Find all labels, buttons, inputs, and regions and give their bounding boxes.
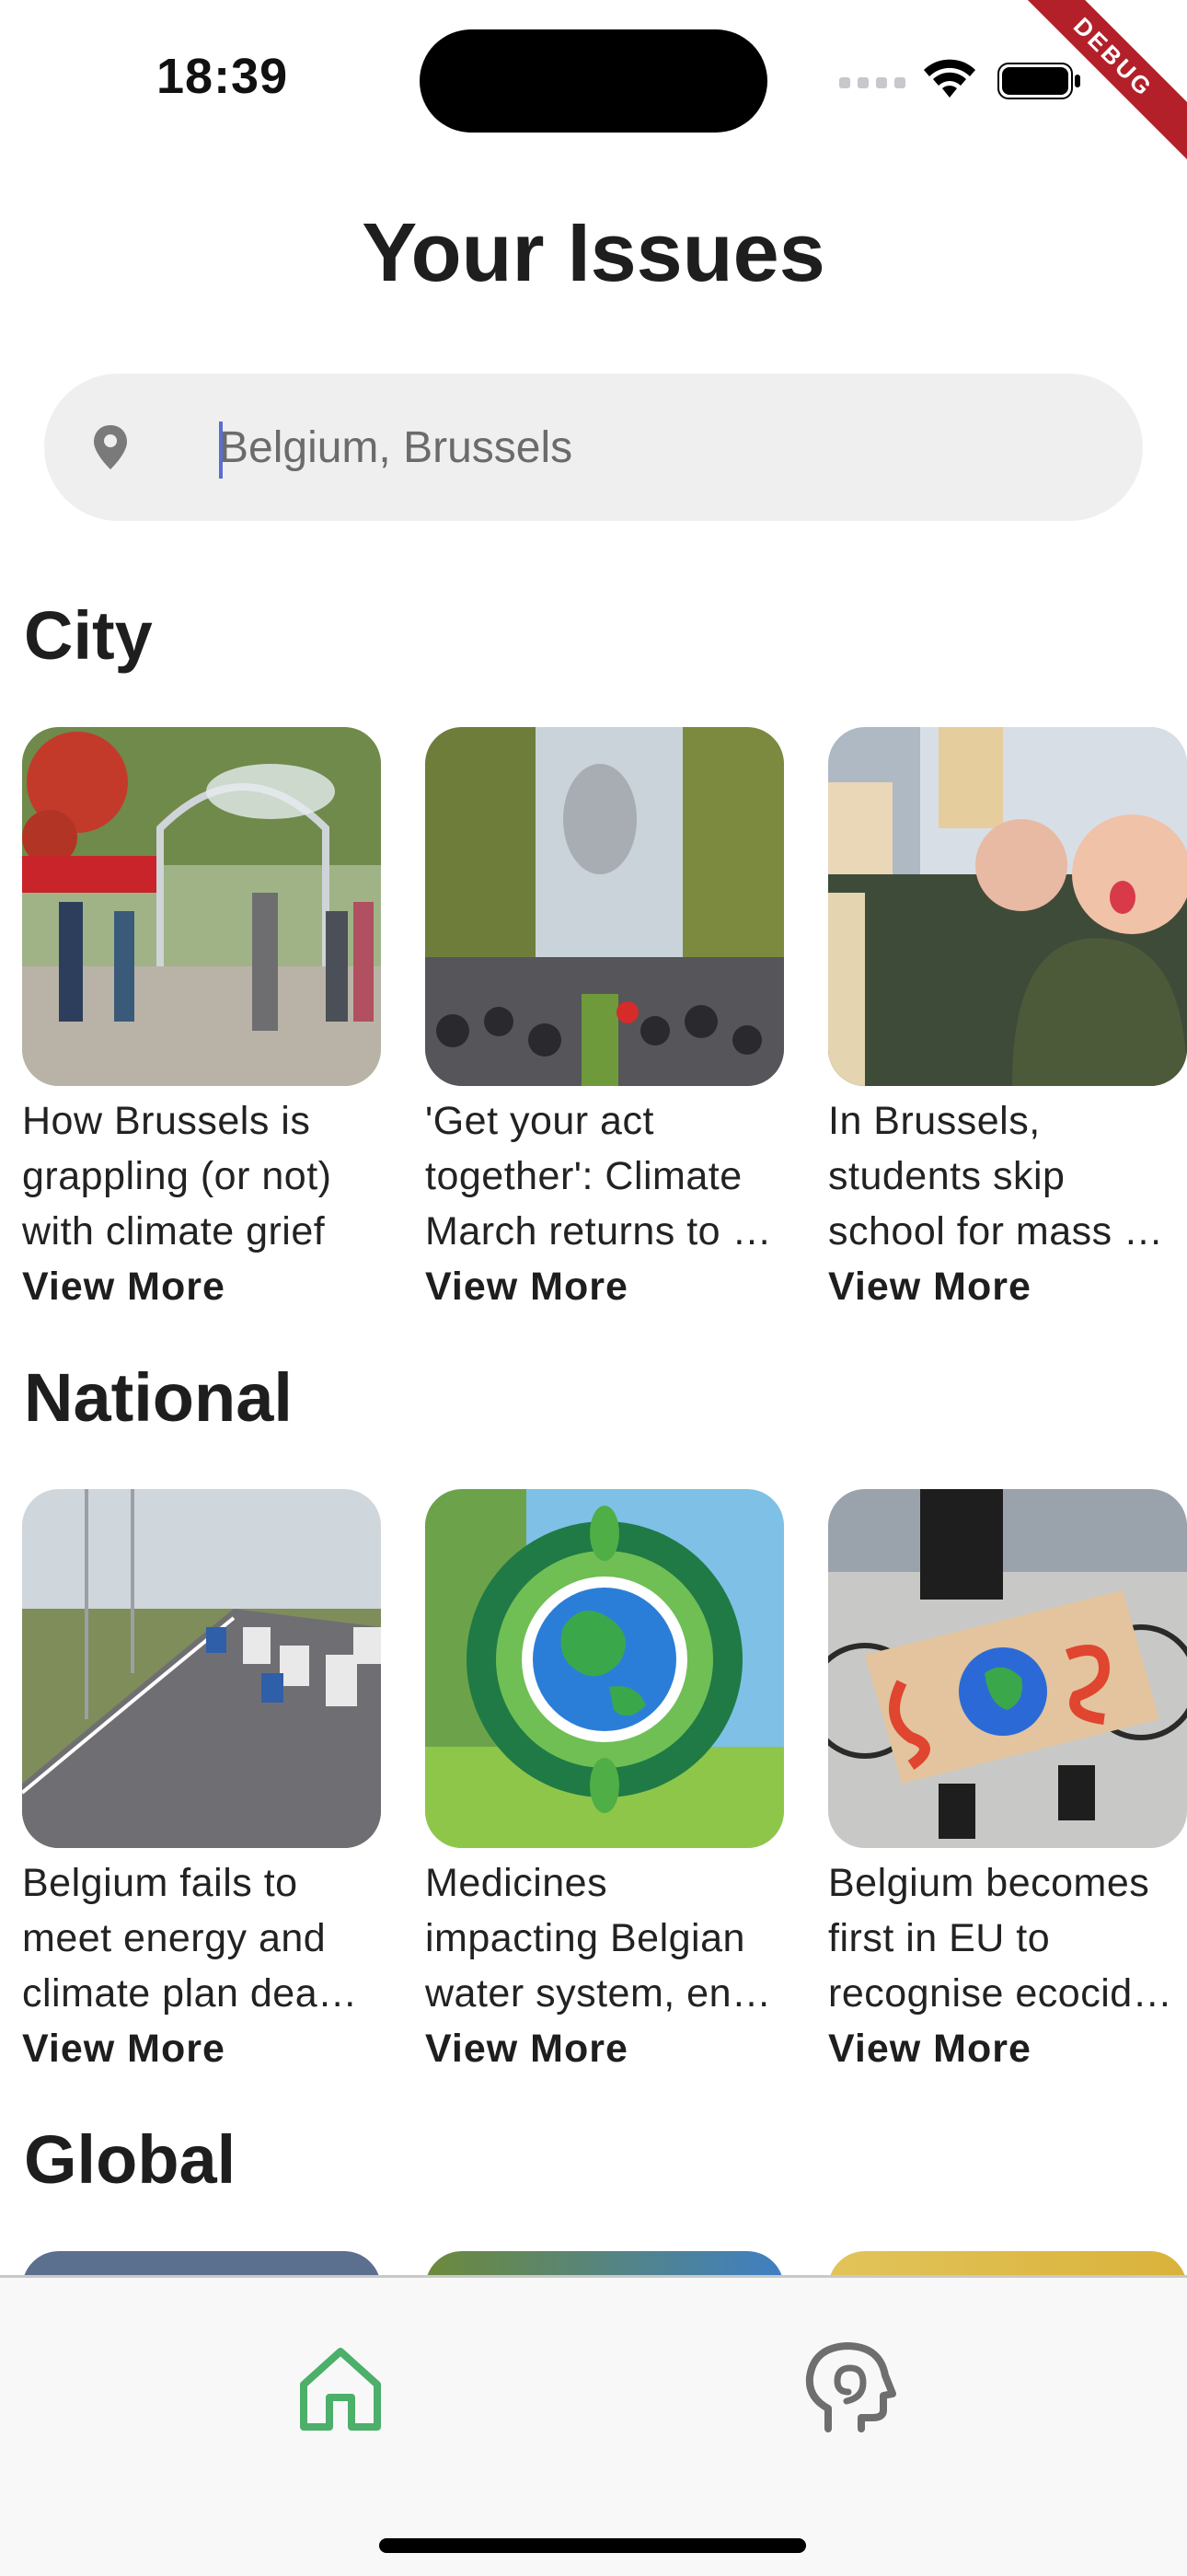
article-headline: How Brussels is grappling (or not) with … bbox=[22, 1099, 332, 1253]
article-card[interactable]: How Brussels is grappling (or not) with … bbox=[22, 727, 381, 1314]
article-card[interactable]: 'Get your act together': Climate March r… bbox=[425, 727, 784, 1314]
dynamic-island bbox=[420, 29, 767, 133]
view-more-link[interactable]: View More bbox=[828, 1259, 1187, 1314]
location-search-input[interactable] bbox=[219, 401, 1047, 493]
bottom-navigation-bar bbox=[0, 2275, 1187, 2576]
article-image bbox=[425, 1489, 784, 1848]
view-more-link[interactable]: View More bbox=[22, 2021, 381, 2076]
location-search-bar[interactable] bbox=[44, 374, 1143, 521]
article-image bbox=[828, 727, 1187, 1086]
battery-icon bbox=[997, 63, 1080, 99]
article-card[interactable]: Medicines impacting Belgian water system… bbox=[425, 1489, 784, 2076]
view-more-link[interactable]: View More bbox=[425, 1259, 784, 1314]
article-headline: Belgium fails to meet energy and climate… bbox=[22, 1861, 358, 2016]
cellular-signal-icon bbox=[839, 77, 905, 88]
article-headline: Belgium becomes first in EU to recognise… bbox=[828, 1861, 1173, 2016]
section-title-national: National bbox=[24, 1359, 293, 1436]
article-card[interactable]: Belgium fails to meet energy and climate… bbox=[22, 1489, 381, 2076]
section-title-global: Global bbox=[24, 2121, 236, 2198]
view-more-link[interactable]: View More bbox=[22, 1259, 381, 1314]
wifi-icon bbox=[924, 59, 975, 98]
article-card[interactable]: In Brussels, students skip school for ma… bbox=[828, 727, 1187, 1314]
article-image bbox=[22, 727, 381, 1086]
ai-head-icon[interactable] bbox=[801, 2340, 896, 2436]
text-cursor bbox=[219, 422, 223, 479]
article-image bbox=[425, 727, 784, 1086]
home-icon[interactable] bbox=[296, 2344, 385, 2432]
view-more-link[interactable]: View More bbox=[425, 2021, 784, 2076]
section-title-city: City bbox=[24, 597, 153, 674]
article-image bbox=[22, 1489, 381, 1848]
article-headline: 'Get your act together': Climate March r… bbox=[425, 1099, 772, 1253]
article-headline: In Brussels, students skip school for ma… bbox=[828, 1099, 1164, 1253]
status-bar: 18:39 bbox=[0, 0, 1187, 156]
article-headline: Medicines impacting Belgian water system… bbox=[425, 1861, 772, 2016]
location-pin-icon bbox=[94, 425, 127, 469]
page-title: Your Issues bbox=[362, 207, 825, 299]
status-time: 18:39 bbox=[156, 49, 289, 104]
article-card[interactable]: Belgium becomes first in EU to recognise… bbox=[828, 1489, 1187, 2076]
home-indicator bbox=[379, 2538, 806, 2553]
article-image bbox=[828, 1489, 1187, 1848]
view-more-link[interactable]: View More bbox=[828, 2021, 1187, 2076]
